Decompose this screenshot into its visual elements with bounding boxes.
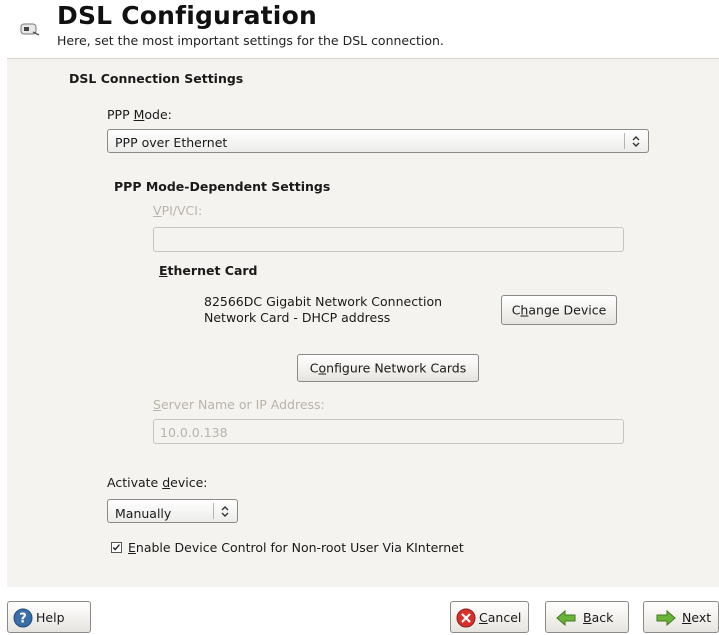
ethernet-card-label: Ethernet Card xyxy=(159,263,258,278)
page-title: DSL Configuration xyxy=(57,1,317,30)
server-name-label: Server Name or IP Address: xyxy=(153,397,325,412)
back-label: Back xyxy=(583,610,614,625)
dependent-settings-title: PPP Mode-Dependent Settings xyxy=(114,179,331,194)
activate-device-label: Activate device: xyxy=(107,475,208,490)
configure-network-cards-button[interactable]: Configure Network Cards xyxy=(297,354,479,382)
ppp-mode-label: PPP Mode: xyxy=(107,107,172,122)
vpi-vci-input[interactable] xyxy=(153,227,624,252)
cancel-icon xyxy=(456,608,476,628)
updown-arrows-icon xyxy=(221,506,229,517)
enable-device-control-checkbox[interactable] xyxy=(111,542,122,553)
enable-device-control-label: Enable Device Control for Non-root User … xyxy=(128,540,464,555)
activate-device-select[interactable]: Manually xyxy=(107,499,238,523)
svg-text:?: ? xyxy=(19,612,27,627)
ppp-mode-select[interactable]: PPP over Ethernet xyxy=(107,129,649,153)
back-button[interactable]: Back xyxy=(545,601,629,633)
dialog-header: DSL Configuration Here, set the most imp… xyxy=(0,0,719,58)
help-button[interactable]: ? Help xyxy=(7,601,91,633)
cancel-label: Cancel xyxy=(479,610,522,625)
combo-separator xyxy=(624,133,625,149)
next-label: Next xyxy=(682,610,712,625)
checkmark-icon xyxy=(112,544,120,551)
section-title: DSL Connection Settings xyxy=(69,71,244,86)
cancel-button[interactable]: Cancel xyxy=(450,601,529,633)
network-device-icon xyxy=(20,23,40,36)
content-panel: DSL Connection Settings PPP Mode: PPP ov… xyxy=(7,58,719,587)
server-address-input[interactable]: 10.0.0.138 xyxy=(153,419,624,444)
combo-separator xyxy=(213,503,214,519)
vpi-vci-label: VPI/VCI: xyxy=(153,203,203,218)
ethernet-card-info: 82566DC Gigabit Network Connection Netwo… xyxy=(204,294,442,326)
next-arrow-icon xyxy=(656,609,676,627)
change-device-button[interactable]: Change Device xyxy=(501,295,617,325)
card-name: 82566DC Gigabit Network Connection xyxy=(204,294,443,309)
page-subtitle: Here, set the most important settings fo… xyxy=(57,33,444,48)
help-icon: ? xyxy=(13,608,33,628)
server-address-value: 10.0.0.138 xyxy=(160,425,228,440)
help-label: Help xyxy=(36,610,65,625)
next-button[interactable]: Next xyxy=(643,601,719,633)
ppp-mode-value: PPP over Ethernet xyxy=(115,135,228,150)
card-address: Network Card - DHCP address xyxy=(204,310,391,325)
activate-device-value: Manually xyxy=(115,506,172,521)
back-arrow-icon xyxy=(556,609,576,627)
updown-arrows-icon xyxy=(632,136,640,147)
